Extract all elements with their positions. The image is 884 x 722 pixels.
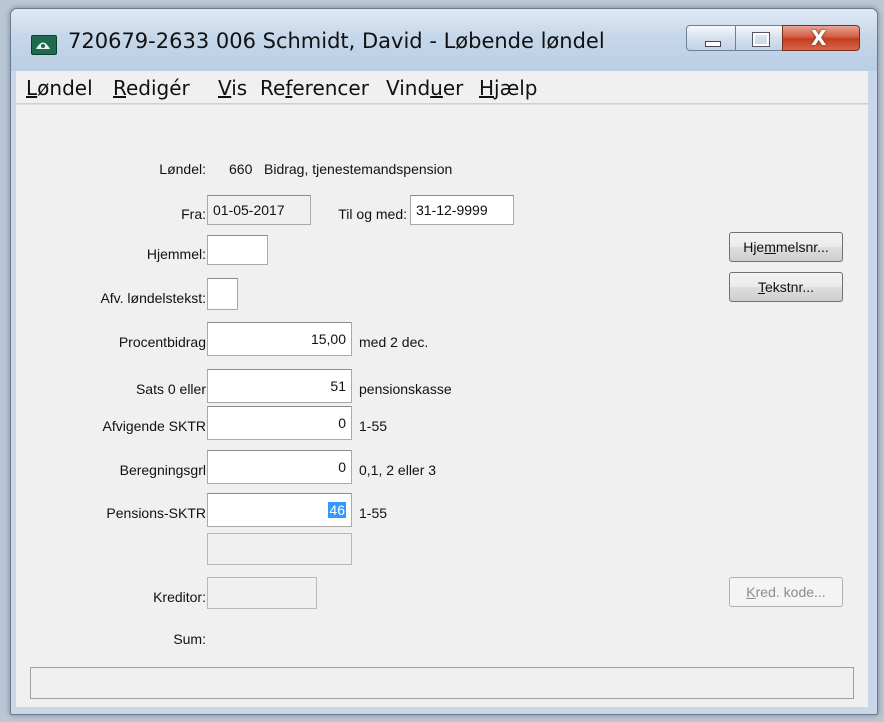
menu-londel[interactable]: Løndel xyxy=(26,76,93,100)
sats-field[interactable]: 51 xyxy=(207,369,352,403)
afvigende-sktr-hint: 1-55 xyxy=(359,418,388,434)
close-icon: X xyxy=(811,26,827,50)
beregningsgrl-hint: 0,1, 2 eller 3 xyxy=(359,462,437,478)
hjemmel-label: Hjemmel: xyxy=(146,246,206,262)
status-bar xyxy=(30,667,854,699)
tekstnr-button[interactable]: Tekstnr... xyxy=(729,272,843,302)
pensions-sktr-hint: 1-55 xyxy=(359,505,388,521)
window-title: 720679-2633 006 Schmidt, David - Løbende… xyxy=(68,29,605,53)
procentbidrag-hint: med 2 dec. xyxy=(359,334,429,350)
pensions-sktr-field[interactable]: 46 xyxy=(207,493,352,527)
close-button[interactable]: X xyxy=(782,25,860,51)
fra-label: Fra: xyxy=(181,206,206,222)
maximize-icon xyxy=(752,32,770,47)
hjemmel-field[interactable] xyxy=(207,235,268,265)
minimize-button[interactable] xyxy=(686,25,736,51)
tilogmed-field[interactable]: 31-12-9999 xyxy=(410,195,514,225)
kreditor-field xyxy=(207,577,317,609)
maximize-button[interactable] xyxy=(735,25,783,51)
menu-referencer[interactable]: Referencer xyxy=(260,76,369,100)
menu-rediger[interactable]: Redigér xyxy=(113,76,190,100)
menu-bar: Løndel Redigér Vis Referencer Vinduer Hj… xyxy=(16,71,868,104)
afvigende-sktr-label: Afvigende SKTR xyxy=(102,418,207,434)
beregningsgrl-label: Beregningsgrl xyxy=(119,462,206,478)
londel-label: Løndel: xyxy=(159,161,206,177)
minimize-icon xyxy=(705,41,721,47)
menu-vis[interactable]: Vis xyxy=(218,76,247,100)
sats-hint: pensionskasse xyxy=(359,381,452,397)
fra-field[interactable]: 01-05-2017 xyxy=(207,195,311,225)
londel-code: 660 xyxy=(229,161,253,177)
kreditor-label: Kreditor: xyxy=(153,589,206,605)
form-area: Løndel: 660 Bidrag, tjenestemandspension… xyxy=(16,104,868,707)
sats-label: Sats 0 eller xyxy=(135,381,206,397)
londel-name: Bidrag, tjenestemandspension xyxy=(264,161,453,177)
title-bar[interactable]: 720679-2633 006 Schmidt, David - Løbende… xyxy=(11,9,877,71)
afvigende-sktr-field[interactable]: 0 xyxy=(207,406,352,440)
afv-londelstekst-field[interactable] xyxy=(207,278,238,310)
procentbidrag-label: Procentbidrag xyxy=(118,334,206,350)
menu-hjaelp[interactable]: Hjælp xyxy=(479,76,538,100)
sum-label: Sum: xyxy=(173,631,206,647)
afv-londelstekst-label: Afv. løndelstekst: xyxy=(100,290,206,306)
hjemmelsnr-button[interactable]: Hjemmelsnr... xyxy=(729,232,843,262)
pensions-sktr-selection: 46 xyxy=(328,502,346,518)
beregningsgrl-field[interactable]: 0 xyxy=(207,450,352,484)
app-icon xyxy=(31,35,57,55)
tilogmed-label: Til og med: xyxy=(338,206,407,222)
procentbidrag-field[interactable]: 15,00 xyxy=(207,322,352,356)
empty-field xyxy=(207,533,352,565)
pensions-sktr-label: Pensions-SKTR xyxy=(106,505,206,521)
kred-kode-button[interactable]: Kred. kode... xyxy=(729,577,843,607)
app-window: 720679-2633 006 Schmidt, David - Løbende… xyxy=(10,8,878,715)
menu-vinduer[interactable]: Vinduer xyxy=(386,76,463,100)
